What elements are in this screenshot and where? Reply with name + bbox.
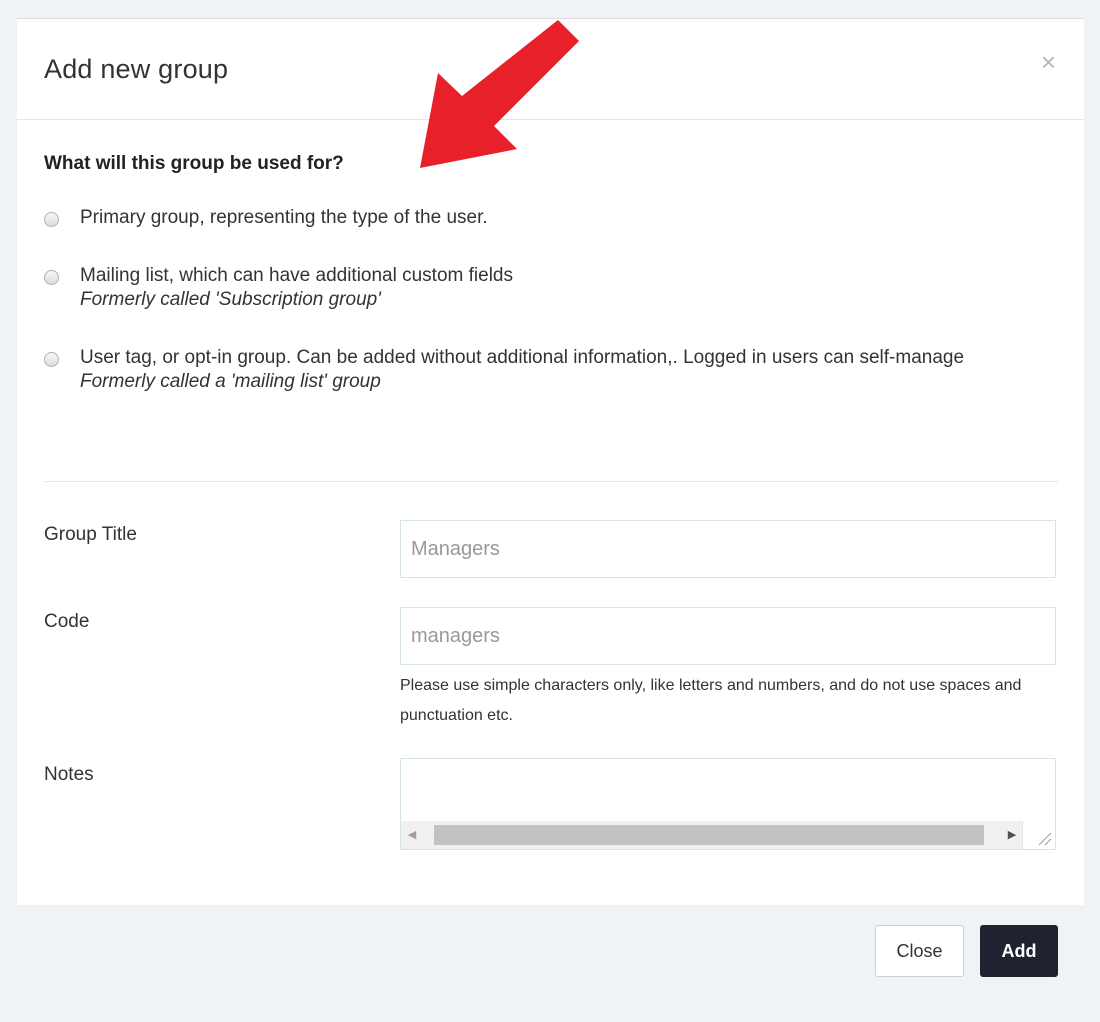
option-label-user-tag: User tag, or opt-in group. Can be added … <box>80 347 965 368</box>
resize-handle-icon[interactable] <box>1022 821 1055 849</box>
close-icon[interactable]: × <box>1041 49 1056 75</box>
radio-user-tag[interactable] <box>44 352 59 367</box>
code-label: Code <box>44 611 90 632</box>
scroll-left-icon[interactable]: ◀ <box>401 821 423 849</box>
close-button[interactable]: Close <box>875 925 964 977</box>
notes-label: Notes <box>44 764 94 785</box>
modal-title: Add new group <box>44 54 229 84</box>
section-divider <box>44 481 1058 482</box>
option-note-user-tag: Formerly called a 'mailing list' group <box>80 371 381 392</box>
scrollbar-thumb[interactable] <box>434 825 984 845</box>
option-note-mailing-list: Formerly called 'Subscription group' <box>80 289 381 310</box>
option-text-mailing-list: Mailing list, which can have additional … <box>80 264 1070 312</box>
add-group-modal: Add new group × What will this group be … <box>17 18 1084 905</box>
radio-mailing-list[interactable] <box>44 270 59 285</box>
notes-horizontal-scrollbar[interactable]: ◀ ▶ <box>401 821 1023 849</box>
option-label-primary: Primary group, representing the type of … <box>80 207 488 228</box>
group-title-label: Group Title <box>44 524 137 545</box>
option-label-mailing-list: Mailing list, which can have additional … <box>80 265 513 286</box>
add-button[interactable]: Add <box>980 925 1058 977</box>
group-title-input[interactable] <box>400 520 1056 578</box>
radio-primary-group[interactable] <box>44 212 59 227</box>
usage-question: What will this group be used for? <box>44 153 344 174</box>
code-input[interactable] <box>400 607 1056 665</box>
option-text-user-tag: User tag, or opt-in group. Can be added … <box>80 346 1070 394</box>
notes-textarea[interactable] <box>401 759 1059 823</box>
notes-field: ◀ ▶ <box>400 758 1059 850</box>
code-help-text: Please use simple characters only, like … <box>400 677 1022 724</box>
modal-header: Add new group × <box>17 19 1084 120</box>
scroll-right-icon[interactable]: ▶ <box>1001 821 1023 849</box>
